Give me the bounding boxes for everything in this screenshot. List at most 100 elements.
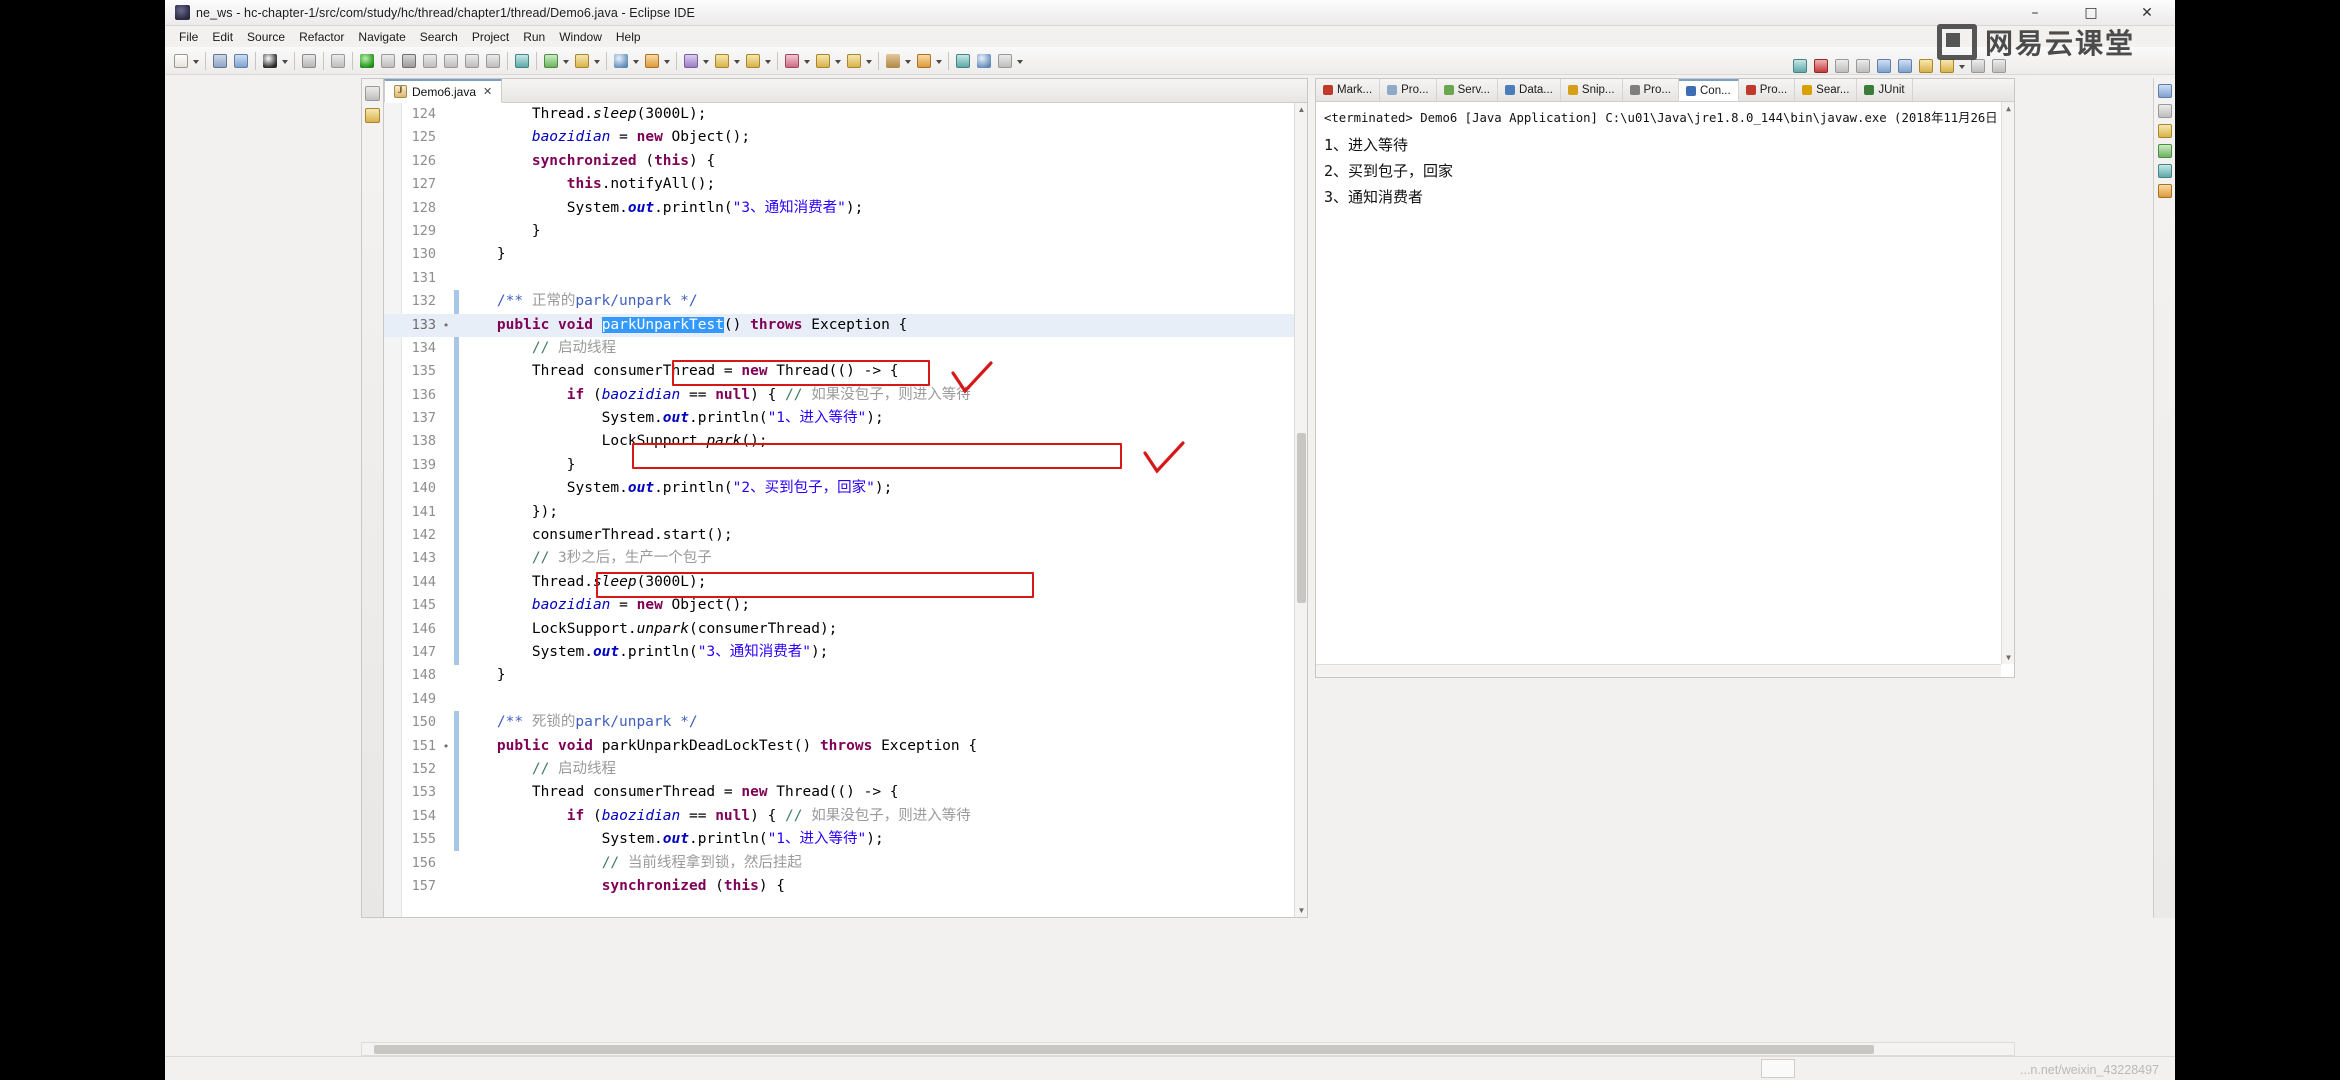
- forward-dropdown-icon[interactable]: [764, 52, 773, 70]
- console-word-wrap-icon[interactable]: [1895, 56, 1915, 76]
- code-line[interactable]: 141 });: [384, 501, 1307, 524]
- menu-project[interactable]: Project: [465, 28, 516, 46]
- console-tab-problems[interactable]: Pro...: [1739, 79, 1796, 101]
- code-line[interactable]: 125 baozidian = new Object();: [384, 126, 1307, 149]
- drop-to-frame-button[interactable]: [483, 51, 503, 71]
- back-dropdown-icon[interactable]: [733, 52, 742, 70]
- external-tools-button[interactable]: [328, 51, 348, 71]
- code-line[interactable]: 152 // 启动线程: [384, 758, 1307, 781]
- console-tab-markers[interactable]: Mark...: [1316, 79, 1381, 101]
- forward-button[interactable]: [743, 51, 763, 71]
- menu-search[interactable]: Search: [413, 28, 465, 46]
- editor-vertical-scrollbar[interactable]: ▲ ▼: [1294, 103, 1307, 917]
- code-line[interactable]: 149: [384, 688, 1307, 711]
- debug-dropdown-icon[interactable]: [281, 52, 290, 70]
- save-button[interactable]: [210, 51, 230, 71]
- code-line[interactable]: 139 }: [384, 454, 1307, 477]
- stop-button[interactable]: [399, 51, 419, 71]
- console-scroll-lock-icon[interactable]: [1874, 56, 1894, 76]
- console-horizontal-scrollbar[interactable]: [1316, 664, 2001, 677]
- package-explorer-icon[interactable]: [365, 86, 380, 101]
- scroll-up-icon[interactable]: ▲: [1295, 103, 1307, 116]
- console-tab-servers[interactable]: Serv...: [1437, 79, 1499, 101]
- console-terminate-icon[interactable]: [1811, 56, 1831, 76]
- code-line[interactable]: 127 this.notifyAll();: [384, 173, 1307, 196]
- code-line[interactable]: 156 // 当前线程拿到锁，然后挂起: [384, 852, 1307, 875]
- console-pin-icon[interactable]: [1790, 56, 1810, 76]
- menu-file[interactable]: File: [172, 28, 205, 46]
- open-perspective-button[interactable]: [953, 51, 973, 71]
- prev-ann-dropdown-icon[interactable]: [865, 52, 874, 70]
- code-canvas[interactable]: 124 Thread.sleep(3000L); 125 baozidian = …: [384, 103, 1307, 917]
- editor-horizontal-scrollbar[interactable]: [361, 1042, 2015, 1056]
- code-line[interactable]: 155 System.out.println("1、进入等待");: [384, 828, 1307, 851]
- console-display-selected-icon[interactable]: [1916, 56, 1936, 76]
- step-over-button[interactable]: [441, 51, 461, 71]
- last-edit-location-button[interactable]: [681, 51, 701, 71]
- console-vertical-scrollbar[interactable]: ▲ ▼: [2001, 102, 2014, 664]
- scroll-down-icon[interactable]: ▼: [2002, 651, 2014, 664]
- code-line[interactable]: 144 Thread.sleep(3000L);: [384, 571, 1307, 594]
- toggle-breakpoint-button[interactable]: [512, 51, 532, 71]
- console-clear-icon[interactable]: [1853, 56, 1873, 76]
- menu-navigate[interactable]: Navigate: [351, 28, 412, 46]
- code-line[interactable]: 130 }: [384, 243, 1307, 266]
- code-line[interactable]: 143 // 3秒之后，生产一个包子: [384, 547, 1307, 570]
- code-line[interactable]: 135 Thread consumerThread = new Thread((…: [384, 360, 1307, 383]
- source-lines[interactable]: 124 Thread.sleep(3000L); 125 baozidian = …: [384, 103, 1307, 917]
- hscroll-track[interactable]: [362, 1043, 2014, 1055]
- code-line[interactable]: 153 Thread consumerThread = new Thread((…: [384, 781, 1307, 804]
- close-icon[interactable]: ✕: [483, 85, 492, 98]
- browser-button[interactable]: [974, 51, 994, 71]
- new-file-button[interactable]: [171, 51, 191, 71]
- console-tab-snippets[interactable]: Snip...: [1561, 79, 1623, 101]
- class-dropdown-icon[interactable]: [593, 52, 602, 70]
- perspective-java-icon[interactable]: [2157, 84, 2172, 98]
- outline-view-icon[interactable]: [2157, 124, 2172, 138]
- fold-marker-icon[interactable]: •: [440, 735, 452, 758]
- code-line[interactable]: 148 }: [384, 664, 1307, 687]
- scroll-down-icon[interactable]: ▼: [1295, 904, 1307, 917]
- new-class-button[interactable]: [572, 51, 592, 71]
- edit-loc-dropdown-icon[interactable]: [702, 52, 711, 70]
- code-line[interactable]: 140 System.out.println("2、买到包子，回家");: [384, 477, 1307, 500]
- console-tab-junit[interactable]: JUnit: [1857, 79, 1913, 101]
- step-into-button[interactable]: [420, 51, 440, 71]
- code-line[interactable]: 147 System.out.println("3、通知消费者");: [384, 641, 1307, 664]
- run-button[interactable]: [357, 51, 377, 71]
- menu-source[interactable]: Source: [240, 28, 292, 46]
- hscroll-thumb[interactable]: [374, 1045, 1874, 1054]
- fold-marker-icon[interactable]: •: [440, 314, 452, 337]
- code-line[interactable]: 132 /** 正常的park/unpark */: [384, 290, 1307, 313]
- code-line[interactable]: 126 synchronized (this) {: [384, 150, 1307, 173]
- code-line[interactable]: 137 System.out.println("1、进入等待");: [384, 407, 1307, 430]
- next-annotation-button[interactable]: [813, 51, 833, 71]
- resume-button[interactable]: [378, 51, 398, 71]
- console-tab-properties[interactable]: Pro...: [1380, 79, 1437, 101]
- console-tab-data-source[interactable]: Data...: [1498, 79, 1561, 101]
- code-line[interactable]: 146 LockSupport.unpark(consumerThread);: [384, 618, 1307, 641]
- menu-run[interactable]: Run: [516, 28, 552, 46]
- task-list-icon[interactable]: [2157, 104, 2172, 118]
- console-tab-search[interactable]: Sear...: [1795, 79, 1858, 101]
- next-ann-dropdown-icon[interactable]: [834, 52, 843, 70]
- menu-edit[interactable]: Edit: [205, 28, 240, 46]
- console-tab-console[interactable]: Con...: [1679, 79, 1739, 101]
- console-remove-icon[interactable]: [1832, 56, 1852, 76]
- terminal-dropdown-icon[interactable]: [1016, 52, 1025, 70]
- git-dropdown-icon[interactable]: [935, 52, 944, 70]
- terminal-button[interactable]: [995, 51, 1015, 71]
- pin-dropdown-icon[interactable]: [803, 52, 812, 70]
- code-line[interactable]: 124 Thread.sleep(3000L);: [384, 103, 1307, 126]
- outline-icon[interactable]: [365, 108, 380, 123]
- debug-button[interactable]: [260, 51, 280, 71]
- maven-build-button[interactable]: [883, 51, 903, 71]
- back-button[interactable]: [712, 51, 732, 71]
- print-button[interactable]: [299, 51, 319, 71]
- scrollbar-thumb[interactable]: [1297, 433, 1306, 603]
- step-return-button[interactable]: [462, 51, 482, 71]
- code-line[interactable]: 138 LockSupport.park();: [384, 430, 1307, 453]
- menu-refactor[interactable]: Refactor: [292, 28, 351, 46]
- type-dropdown-icon[interactable]: [663, 52, 672, 70]
- git-button[interactable]: [914, 51, 934, 71]
